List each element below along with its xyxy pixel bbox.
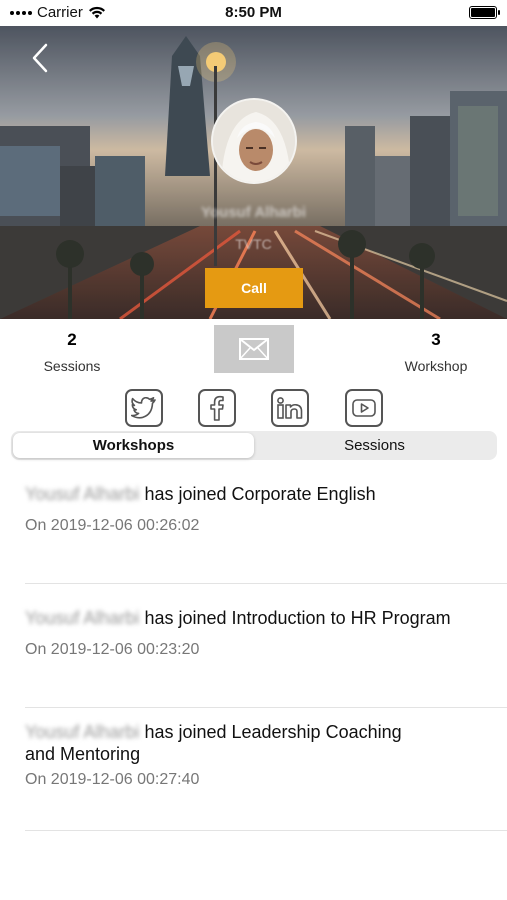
- chevron-left-icon: [32, 43, 48, 73]
- feed-text: Yousuf Alharbi has joined Corporate Engl…: [25, 483, 465, 505]
- member-name: Yousuf Alharbi: [25, 608, 140, 628]
- youtube-button[interactable]: [345, 389, 383, 427]
- profile-role: TVTC: [235, 236, 272, 252]
- sessions-count: 2: [67, 330, 77, 349]
- member-name: Yousuf Alharbi: [25, 722, 140, 742]
- email-button[interactable]: [214, 325, 294, 373]
- call-button[interactable]: Call: [205, 268, 303, 308]
- social-links: [0, 389, 507, 429]
- envelope-icon: [239, 338, 269, 360]
- battery-icon: [469, 6, 500, 19]
- profile-name: Yousuf Alharbi: [201, 204, 306, 221]
- feed-date: On 2019-12-06 00:27:40: [25, 771, 200, 788]
- sessions-stat[interactable]: 2 Sessions: [22, 330, 122, 374]
- workshop-stat[interactable]: 3 Workshop: [386, 330, 486, 374]
- profile-photo: [213, 100, 295, 182]
- feed-date: On 2019-12-06 00:23:20: [25, 641, 200, 658]
- tab-workshops[interactable]: Workshops: [13, 433, 254, 458]
- list-item[interactable]: Yousuf Alharbi has joined Corporate Engl…: [25, 483, 507, 535]
- divider: [25, 707, 507, 708]
- divider: [25, 583, 507, 584]
- workshop-label: Workshop: [404, 358, 468, 374]
- avatar: [211, 98, 297, 184]
- status-bar: Carrier 8:50 PM: [0, 0, 507, 26]
- feed-date: On 2019-12-06 00:26:02: [25, 517, 200, 534]
- divider: [25, 830, 507, 831]
- status-time: 8:50 PM: [225, 4, 282, 21]
- youtube-icon: [352, 399, 376, 417]
- feed-text: Yousuf Alharbi has joined Introduction t…: [25, 607, 465, 629]
- sessions-label: Sessions: [43, 358, 101, 374]
- twitter-button[interactable]: [125, 389, 163, 427]
- feed-action: has joined Corporate English: [139, 484, 376, 504]
- feed-text: Yousuf Alharbi has joined Leadership Coa…: [25, 721, 425, 765]
- linkedin-icon: [277, 397, 303, 419]
- profile-header: Yousuf Alharbi TVTC Call: [0, 26, 507, 319]
- facebook-icon: [210, 395, 224, 421]
- list-item[interactable]: Yousuf Alharbi has joined Leadership Coa…: [25, 721, 507, 789]
- feed-action: has joined Introduction to HR Program: [139, 608, 451, 628]
- back-button[interactable]: [28, 42, 54, 74]
- tab-sessions[interactable]: Sessions: [254, 433, 495, 458]
- member-name: Yousuf Alharbi: [25, 484, 140, 504]
- tab-switcher: Workshops Sessions: [11, 431, 497, 460]
- workshop-count: 3: [431, 330, 441, 349]
- twitter-icon: [131, 397, 156, 419]
- facebook-button[interactable]: [198, 389, 236, 427]
- linkedin-button[interactable]: [271, 389, 309, 427]
- list-item[interactable]: Yousuf Alharbi has joined Introduction t…: [25, 607, 507, 659]
